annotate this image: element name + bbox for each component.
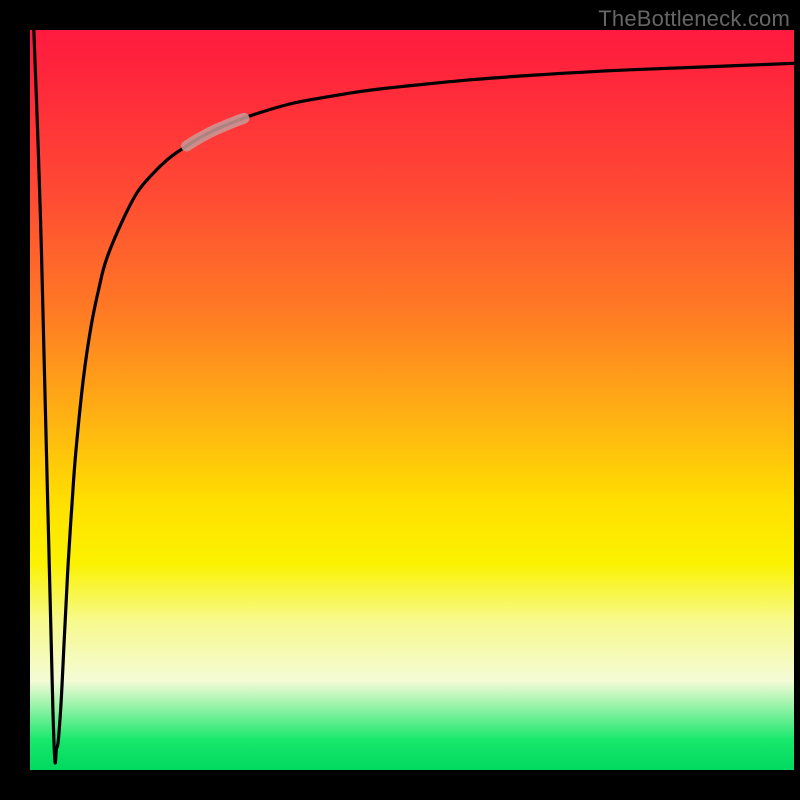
curve-layer — [30, 30, 794, 770]
plot-area — [30, 30, 794, 770]
bottleneck-curve — [34, 30, 794, 763]
chart-root: TheBottleneck.com — [0, 0, 800, 800]
attribution-label: TheBottleneck.com — [598, 6, 790, 32]
curve-highlight-segment — [187, 118, 244, 146]
